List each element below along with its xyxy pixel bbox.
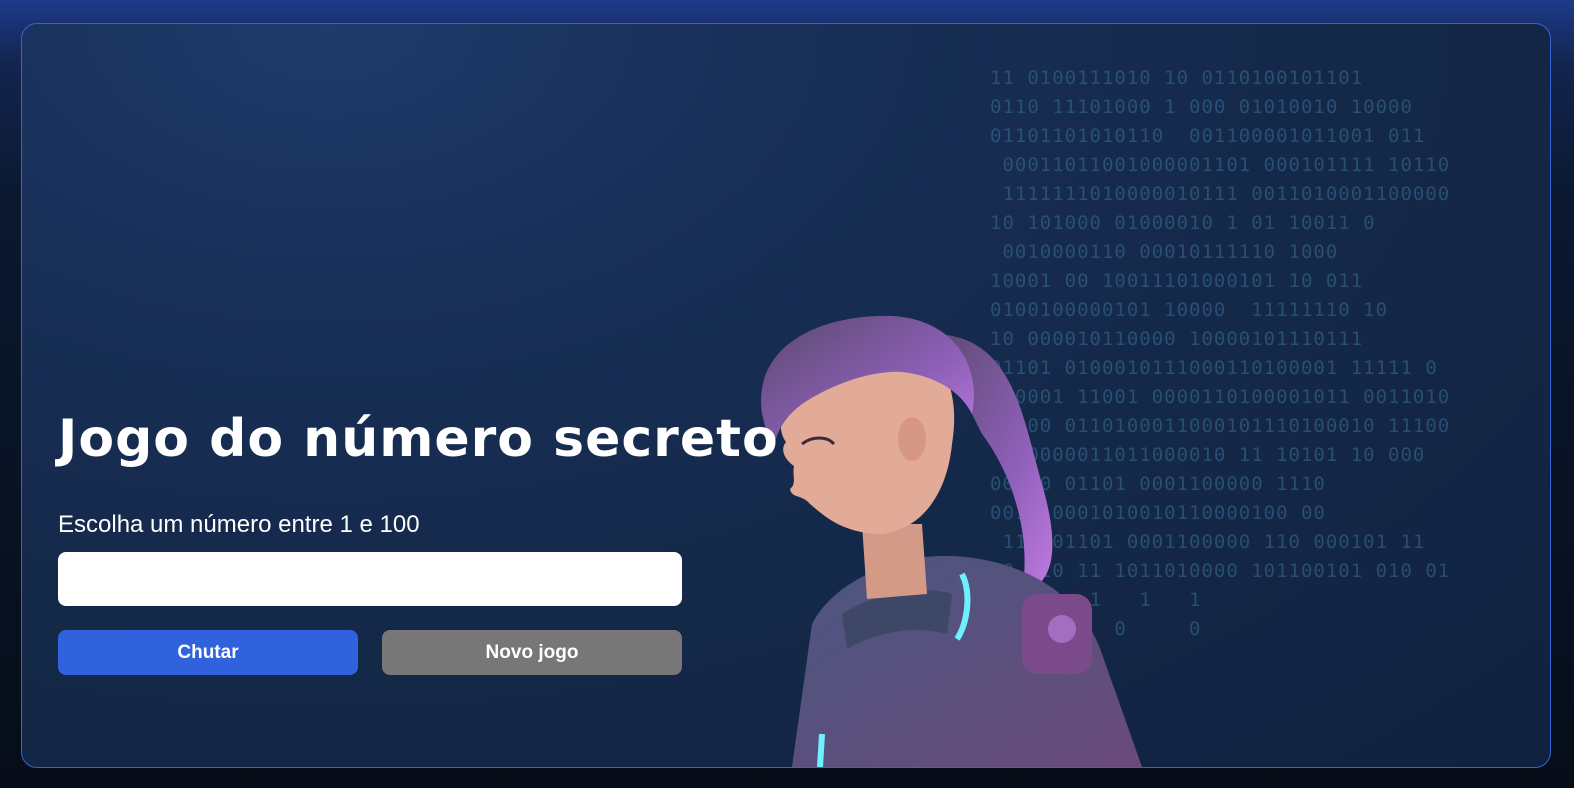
page-title: Jogo do número secreto: [58, 409, 779, 469]
number-range-prompt: Escolha um número entre 1 e 100: [58, 511, 420, 538]
guess-button[interactable]: Chutar: [58, 630, 358, 675]
astronaut-girl-illustration: [761, 315, 1142, 767]
game-container: 11 0100111010 10 0110100101101 0110 1110…: [21, 23, 1551, 768]
guess-input[interactable]: [58, 552, 682, 606]
new-game-button[interactable]: Novo jogo: [382, 630, 682, 675]
